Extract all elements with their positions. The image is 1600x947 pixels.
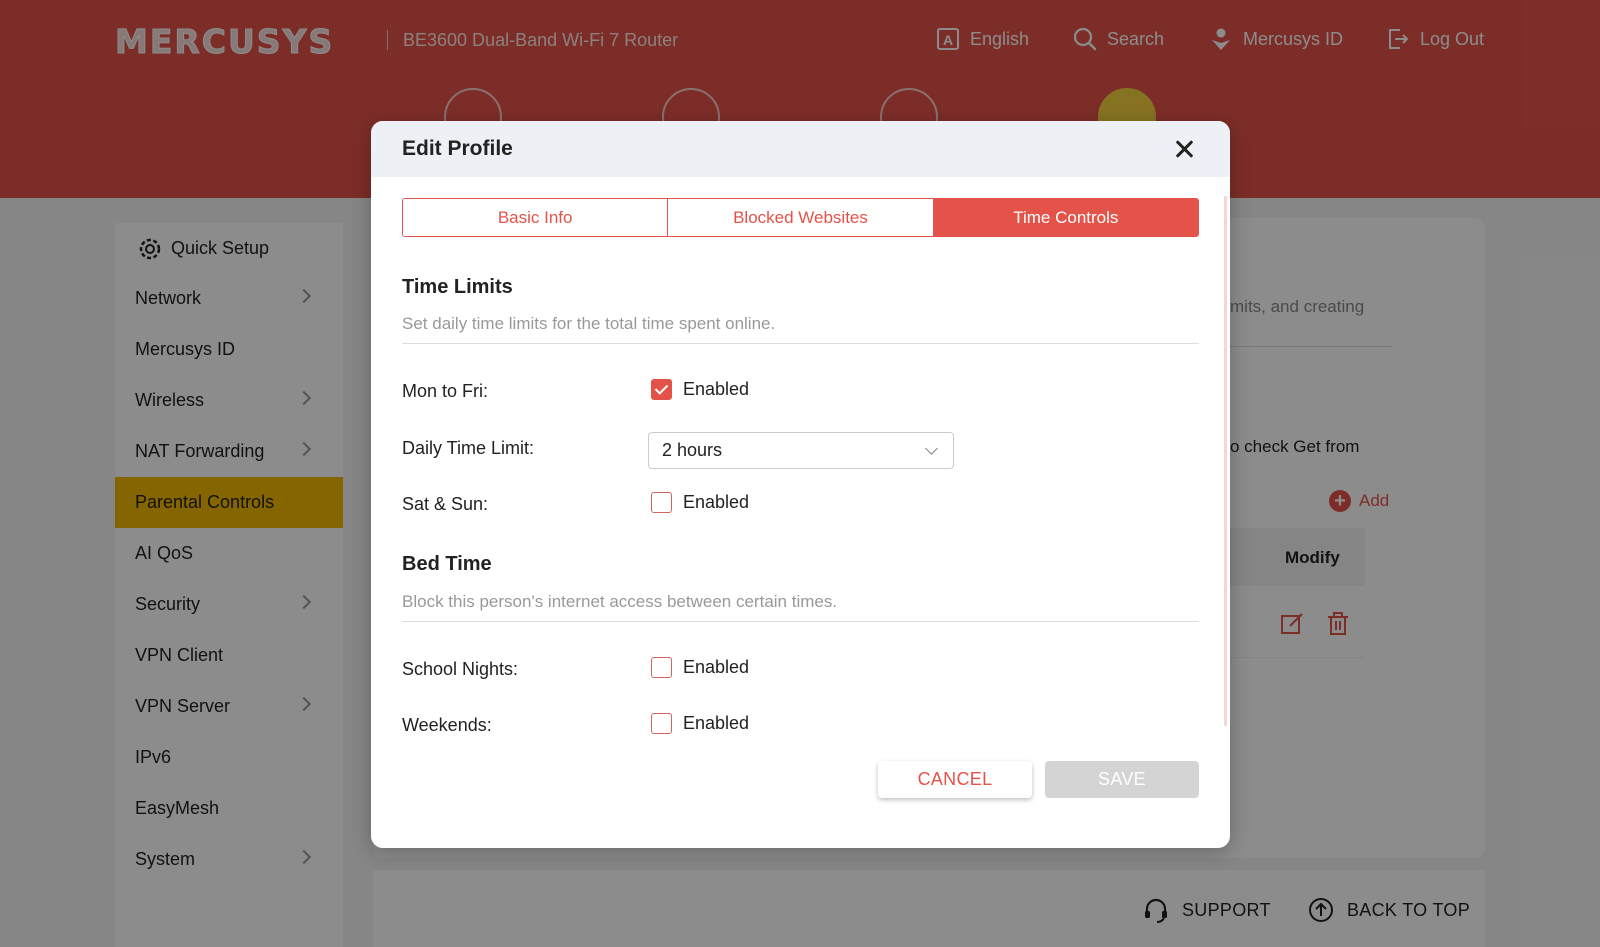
checkbox-label: Enabled xyxy=(683,379,750,399)
profile-tabs: Basic Info Blocked Websites Time Control… xyxy=(402,198,1199,237)
time-limits-heading: Time Limits xyxy=(402,276,513,298)
checkbox-checked-icon xyxy=(651,379,672,400)
dialog-header: Edit Profile xyxy=(371,121,1230,177)
checkbox-label: Enabled xyxy=(683,713,750,733)
checkbox-unchecked-icon xyxy=(651,713,672,734)
school-nights-checkbox[interactable]: Enabled xyxy=(651,657,749,678)
sat-sun-label: Sat & Sun: xyxy=(402,494,489,514)
sat-sun-checkbox[interactable]: Enabled xyxy=(651,492,749,513)
save-button[interactable]: SAVE xyxy=(1045,761,1199,798)
daily-time-limit-label: Daily Time Limit: xyxy=(402,438,535,458)
daily-time-limit-select[interactable]: 2 hours xyxy=(648,432,954,469)
time-limits-description: Set daily time limits for the total time… xyxy=(402,314,776,333)
mon-fri-label: Mon to Fri: xyxy=(402,381,489,401)
select-value: 2 hours xyxy=(662,440,723,460)
edit-profile-dialog: Edit Profile Basic Info Blocked Websites… xyxy=(371,121,1230,848)
divider xyxy=(402,621,1199,622)
checkbox-label: Enabled xyxy=(683,492,750,512)
checkbox-unchecked-icon xyxy=(651,657,672,678)
bed-time-heading: Bed Time xyxy=(402,553,492,575)
tab-basic-info[interactable]: Basic Info xyxy=(403,199,668,236)
tab-time-controls[interactable]: Time Controls xyxy=(932,199,1198,236)
dialog-title: Edit Profile xyxy=(402,137,513,160)
checkbox-unchecked-icon xyxy=(651,492,672,513)
checkbox-label: Enabled xyxy=(683,657,750,677)
cancel-button[interactable]: CANCEL xyxy=(878,761,1032,798)
school-nights-label: School Nights: xyxy=(402,659,519,679)
tab-blocked-websites[interactable]: Blocked Websites xyxy=(667,199,933,236)
weekends-label: Weekends: xyxy=(402,715,492,735)
divider xyxy=(402,343,1199,344)
bed-time-description: Block this person's internet access betw… xyxy=(402,592,838,611)
dialog-scrollbar[interactable] xyxy=(1224,196,1227,726)
chevron-down-icon xyxy=(925,442,938,455)
mon-fri-checkbox[interactable]: Enabled xyxy=(651,379,749,400)
close-icon[interactable] xyxy=(1171,136,1197,162)
weekends-checkbox[interactable]: Enabled xyxy=(651,713,749,734)
